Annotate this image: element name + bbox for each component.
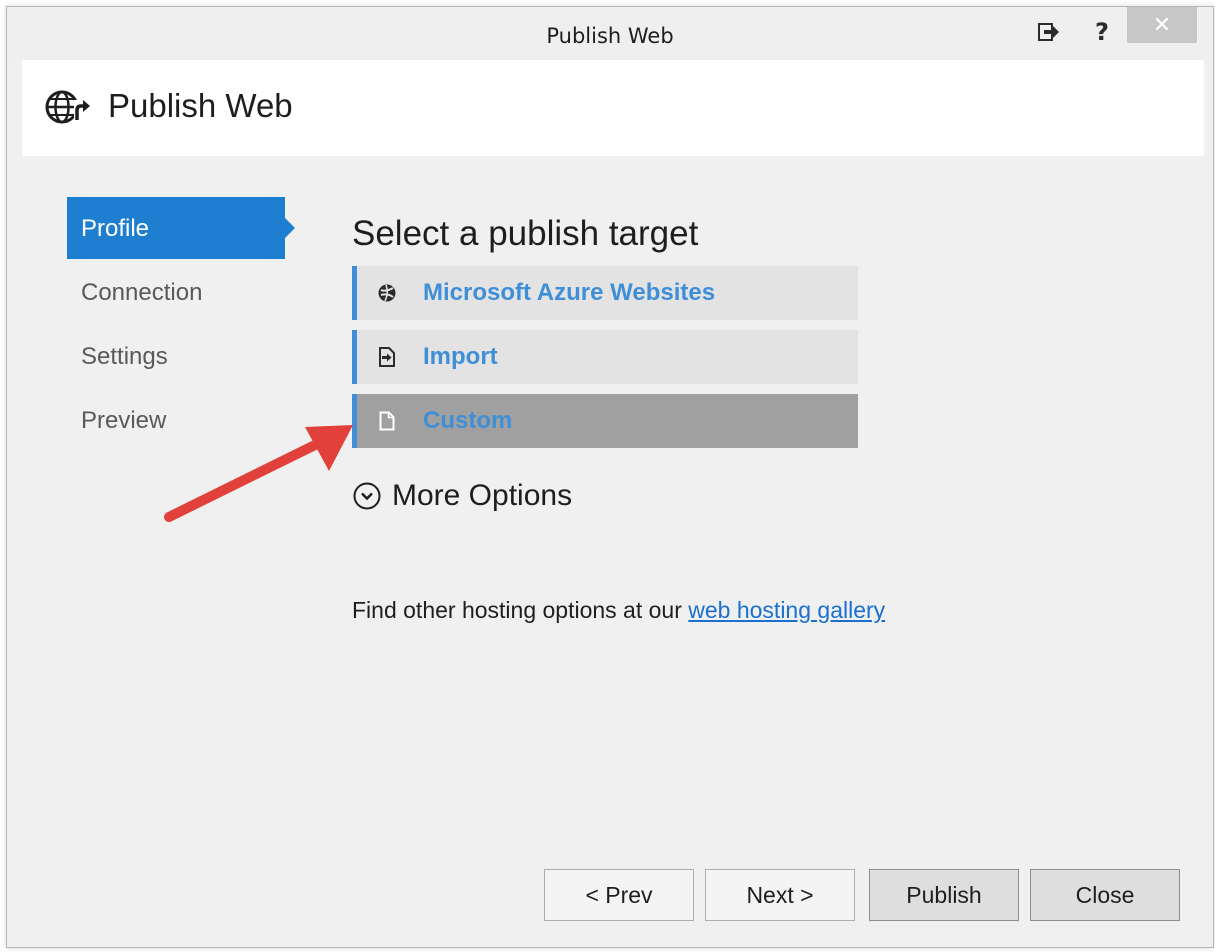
help-icon[interactable]: ? (1087, 13, 1117, 51)
page-title: Publish Web (108, 87, 293, 124)
document-icon (365, 394, 409, 448)
nav-item-preview[interactable]: Preview (67, 389, 285, 451)
target-label: Microsoft Azure Websites (423, 279, 716, 306)
nav-item-label: Preview (81, 407, 167, 434)
target-azure-websites[interactable]: Microsoft Azure Websites (352, 266, 858, 320)
import-icon (365, 330, 409, 384)
next-button[interactable]: Next > (705, 869, 855, 921)
nav-item-connection[interactable]: Connection (67, 261, 285, 323)
target-custom[interactable]: Custom (352, 394, 858, 448)
nav-item-profile[interactable]: Profile (67, 197, 295, 259)
prev-button[interactable]: < Prev (544, 869, 694, 921)
azure-icon (365, 266, 409, 320)
target-import[interactable]: Import (352, 330, 858, 384)
target-label: Custom (423, 407, 513, 434)
section-title: Select a publish target (352, 214, 699, 253)
chevron-down-icon (353, 482, 381, 510)
target-label: Import (423, 343, 498, 370)
hosting-info: Find other hosting options at our web ho… (352, 597, 885, 624)
more-options-label: More Options (392, 479, 573, 512)
publish-web-dialog: Publish Web ? ✕ Publish Web Profile Conn… (6, 6, 1214, 948)
close-button[interactable]: Close (1030, 869, 1180, 921)
web-hosting-gallery-link[interactable]: web hosting gallery (688, 597, 885, 623)
globe-publish-icon (45, 90, 90, 124)
title-bar[interactable]: Publish Web ? ✕ (7, 7, 1213, 63)
close-icon[interactable]: ✕ (1127, 7, 1197, 43)
nav-item-label: Settings (81, 343, 168, 370)
more-options-toggle[interactable]: More Options (352, 479, 572, 513)
wizard-nav: Profile Connection Settings Preview (67, 197, 307, 453)
hosting-text: Find other hosting options at our (352, 597, 689, 623)
header-band: Publish Web (22, 60, 1204, 156)
export-icon[interactable] (1031, 13, 1067, 51)
nav-item-label: Profile (81, 215, 150, 242)
publish-button[interactable]: Publish (869, 869, 1019, 921)
nav-item-label: Connection (81, 279, 203, 306)
nav-item-settings[interactable]: Settings (67, 325, 285, 387)
